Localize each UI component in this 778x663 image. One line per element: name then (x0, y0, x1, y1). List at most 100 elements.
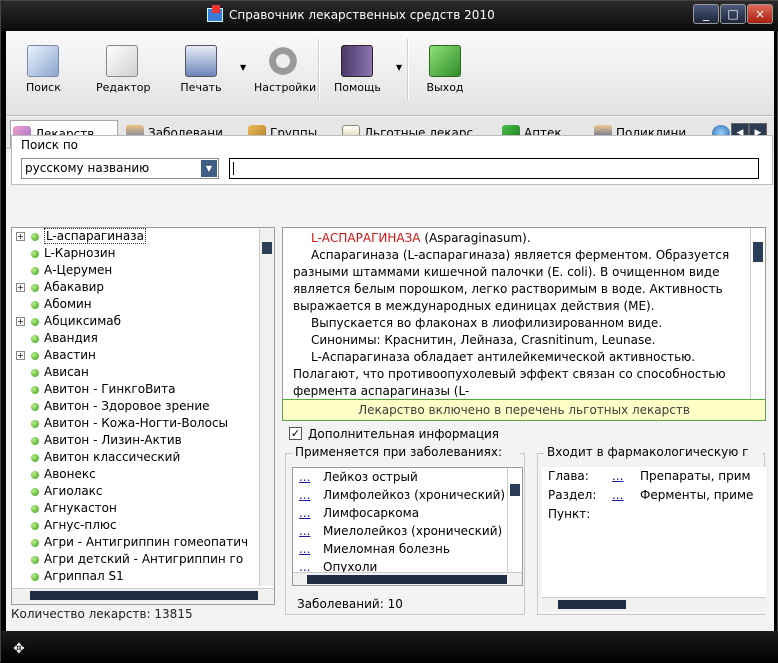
disease-link[interactable]: ... (299, 486, 310, 504)
drug-list-item[interactable]: Авандия (12, 330, 274, 347)
drug-list-item[interactable]: Агиолакс (12, 483, 274, 500)
pharm-link[interactable]: ... (612, 467, 623, 486)
drug-name: Авитон - Здоровое зрение (44, 399, 210, 413)
drug-list-item[interactable]: Агри детский - Антигриппин го (12, 551, 274, 568)
drug-list-item[interactable]: Авитон - Здоровое зрение (12, 398, 274, 415)
drug-list-item[interactable]: Агнус-плюс (12, 517, 274, 534)
help-button[interactable]: Помощь (334, 45, 381, 94)
drug-name: Агиолакс (44, 484, 103, 498)
printer-icon (185, 45, 217, 77)
drug-bullet-icon (31, 335, 39, 343)
drug-list-item[interactable]: Авитон - Кожа-Ногти-Волосы (12, 415, 274, 432)
disease-link[interactable]: ... (299, 522, 310, 540)
search-mode-select[interactable]: русскому названию ▼ (21, 158, 219, 179)
move-grip-icon[interactable]: ✥ (13, 641, 29, 657)
toolbar-separator (407, 39, 409, 101)
description-paragraph: Аспарагиназа (L-аспарагиназа) является ф… (293, 248, 730, 313)
pharm-table[interactable]: Глава:... Препараты, прим Раздел:... Фермен… (542, 467, 766, 613)
drug-list-item[interactable]: Ависан (12, 364, 274, 381)
additional-info-label: Дополнительная информация (308, 427, 500, 441)
drug-list-item[interactable]: Авонекс (12, 466, 274, 483)
drug-bullet-icon (31, 539, 39, 547)
drug-list[interactable]: + L-аспарагиназа L-Карнозин А-Церумен + Абака… (11, 227, 275, 605)
drug-list-item[interactable]: + Абакавир (12, 279, 274, 296)
drug-name: L-аспарагиназа (44, 228, 146, 244)
drug-list-item[interactable]: + L-аспарагиназа (12, 228, 274, 245)
description-vscroll-thumb[interactable] (753, 242, 763, 262)
drug-list-item[interactable]: Авитон классический (12, 449, 274, 466)
drug-list-item[interactable]: + Авастин (12, 347, 274, 364)
drug-bullet-icon (31, 454, 39, 462)
drug-list-hscroll[interactable] (12, 588, 274, 604)
pharm-hscroll-thumb[interactable] (558, 600, 626, 609)
diseases-list[interactable]: ... Лейкоз острый ... Лимфолейкоз (хроничес… (292, 467, 523, 586)
drug-list-hscroll-thumb[interactable] (30, 591, 258, 600)
pharm-link[interactable]: ... (612, 486, 623, 505)
settings-button[interactable]: Настройки (254, 45, 316, 94)
search-button[interactable]: Поиск (26, 45, 61, 94)
minimize-button[interactable]: _ (693, 4, 719, 24)
disease-row[interactable]: ... Лейкоз острый (293, 468, 522, 486)
drug-count: Количество лекарств: 13815 (11, 607, 193, 621)
drug-list-item[interactable]: Агри - Антигриппин гомеопатич (12, 534, 274, 551)
disease-link[interactable]: ... (299, 504, 310, 522)
drug-list-item[interactable]: Абомин (12, 296, 274, 313)
app-icon (207, 5, 223, 22)
help-dropdown-icon[interactable]: ▼ (396, 63, 402, 72)
drug-list-item[interactable]: Агриппал S1 (12, 568, 274, 585)
expand-icon[interactable]: + (16, 283, 25, 292)
drug-bullet-icon (31, 403, 39, 411)
exit-button[interactable]: Выход (426, 45, 464, 94)
maximize-button[interactable]: □ (720, 4, 746, 24)
expand-icon[interactable]: + (16, 317, 25, 326)
print-dropdown-icon[interactable]: ▼ (240, 63, 246, 72)
diseases-vscroll-thumb[interactable] (510, 484, 520, 496)
disease-link[interactable]: ... (299, 540, 310, 558)
editor-button[interactable]: Редактор (96, 45, 151, 94)
drug-list-item[interactable]: + Абциксимаб (12, 313, 274, 330)
search-button-label: Поиск (26, 81, 61, 94)
disease-row[interactable]: ... Лимфолейкоз (хронический) (293, 486, 522, 504)
description-vscroll[interactable] (750, 228, 765, 399)
toolbar: Поиск Редактор Печать ▼ Настройки Помощь… (6, 31, 774, 116)
exit-icon (429, 45, 461, 77)
disease-row[interactable]: ... Миеломная болезнь (293, 540, 522, 558)
disease-link[interactable]: ... (299, 468, 310, 486)
print-button-label: Печать (180, 81, 222, 94)
app-window: Справочник лекарственных средств 2010 _ … (0, 0, 778, 663)
drug-list-item[interactable]: Авитон - Лизин-Актив (12, 432, 274, 449)
disease-row[interactable]: ... Миелолейкоз (хронический) (293, 522, 522, 540)
search-by-label: Поиск по (21, 138, 79, 152)
close-button[interactable]: × (747, 4, 773, 24)
description-title-rest: (Asparaginasum). (420, 231, 531, 245)
diseases-hscroll[interactable] (293, 572, 522, 585)
pharm-hscroll[interactable] (542, 597, 766, 612)
search-input[interactable] (229, 158, 759, 179)
expand-icon[interactable]: + (16, 232, 25, 241)
chevron-down-icon[interactable]: ▼ (201, 160, 217, 177)
drug-list-item[interactable]: Агнукастон (12, 500, 274, 517)
drug-list-item[interactable]: L-Карнозин (12, 245, 274, 262)
drug-list-item[interactable]: А-Церумен (12, 262, 274, 279)
disease-name: Лейкоз острый (323, 470, 418, 484)
expand-icon[interactable]: + (16, 351, 25, 360)
drug-list-vscroll[interactable] (259, 228, 274, 586)
pharm-row: Глава:... Препараты, прим (542, 467, 766, 486)
drug-name: Агри детский - Антигриппин го (44, 552, 244, 566)
window-title: Справочник лекарственных средств 2010 (229, 8, 495, 22)
print-button[interactable]: Печать (179, 45, 223, 94)
drug-name: Агнус-плюс (44, 518, 117, 532)
drug-description[interactable]: L-АСПАРАГИНАЗА (Asparaginasum). Аспараги… (282, 227, 766, 400)
drug-name: Авандия (44, 331, 98, 345)
disease-row[interactable]: ... Лимфосаркома (293, 504, 522, 522)
drug-list-vscroll-thumb[interactable] (262, 242, 272, 254)
search-icon (27, 45, 59, 77)
title-bar[interactable]: Справочник лекарственных средств 2010 _ … (1, 1, 778, 31)
diseases-hscroll-thumb[interactable] (307, 575, 507, 584)
additional-info-checkbox[interactable]: ✓ (289, 427, 302, 440)
description-paragraph: Синонимы: Краснитин, Лейназа, Crasnitinu… (311, 333, 656, 347)
drug-bullet-icon (31, 471, 39, 479)
drug-list-item[interactable]: Авитон - ГинкгоВита (12, 381, 274, 398)
diseases-vscroll[interactable] (507, 468, 522, 572)
pharm-value: Ферменты, приме (640, 488, 754, 502)
